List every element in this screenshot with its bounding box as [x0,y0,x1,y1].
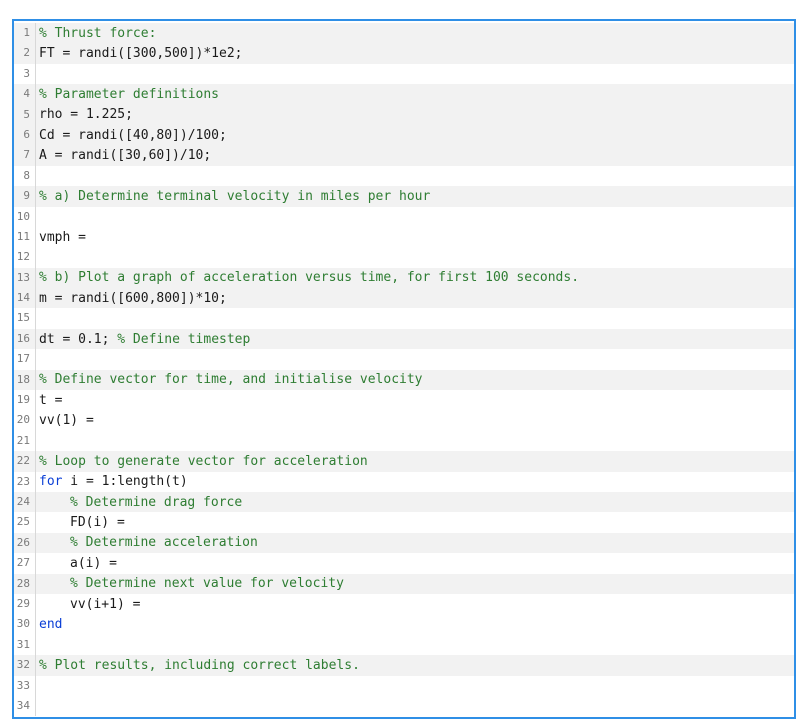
code-text: t = [39,392,63,408]
code-line[interactable]: 19 t = [14,390,794,411]
line-number: 34 [14,695,36,717]
line-number: 18 [14,369,36,391]
line-number: 24 [14,491,36,513]
code-line[interactable]: 32% Plot results, including correct labe… [14,655,794,676]
line-number: 25 [14,512,36,533]
code-line[interactable]: 7A = randi([30,60])/10; [14,145,794,166]
inline-comment: % Define timestep [109,331,251,347]
line-number: 13 [14,267,36,289]
comment-text: % Determine acceleration [70,535,258,551]
code-line[interactable]: 4% Parameter definitions [14,84,794,105]
code-line[interactable]: 9% a) Determine terminal velocity in mil… [14,186,794,207]
code-line[interactable]: 24 % Determine drag force [14,491,794,513]
code-line[interactable]: 17 [14,349,794,370]
code-line[interactable]: 25 FD(i) = [14,512,794,533]
comment-text: % Define vector for time, and initialise… [39,372,423,388]
code-line[interactable]: 8 [14,165,794,187]
code-line[interactable]: 12 [14,247,794,268]
code-line[interactable]: 28 % Determine next value for velocity [14,573,794,594]
line-number: 6 [14,124,36,146]
code-line[interactable]: 6 Cd = randi([40,80])/100; [14,124,794,146]
line-number: 29 [14,593,36,615]
comment-text: % Plot results, including correct labels… [39,657,360,673]
line-number: 17 [14,349,36,370]
code-text: vv(1) = [39,413,94,429]
line-number: 19 [14,390,36,411]
comment-text: % b) Plot a graph of acceleration versus… [39,270,580,286]
code-text: dt = 0.1; [39,331,110,347]
code-line[interactable]: 31 [14,634,794,656]
code-line[interactable]: 20 vv(1) = [14,410,794,431]
line-number: 28 [14,573,36,594]
code-line[interactable]: 22% Loop to generate vector for accelera… [14,451,794,472]
code-line[interactable]: 3 [14,63,794,85]
code-line[interactable]: 26 % Determine acceleration [14,532,794,554]
code-line[interactable]: 13% b) Plot a graph of acceleration vers… [14,267,794,289]
code-text: a(i) = [70,555,117,571]
line-number: 7 [14,145,36,166]
line-number: 10 [14,206,36,227]
code-line[interactable]: 34 [14,695,794,717]
code-line[interactable]: 14 m = randi([600,800])*10; [14,288,794,309]
code-line[interactable]: 15 [14,308,794,329]
line-number: 4 [14,84,36,105]
line-number: 9 [14,186,36,207]
comment-text: % Loop to generate vector for accelerati… [39,453,368,469]
comment-text: % Determine next value for velocity [70,576,344,592]
code-line[interactable]: 2 FT = randi([300,500])*1e2; [14,43,794,64]
code-text: FT = randi([300,500])*1e2; [39,46,243,62]
code-text: A = randi([30,60])/10; [39,148,212,164]
line-number: 20 [14,410,36,431]
line-number: 16 [14,328,36,350]
code-line[interactable]: 27 a(i) = [14,553,794,574]
code-line[interactable]: 11 vmph = [14,226,794,248]
code-text: Cd = randi([40,80])/100; [39,127,227,143]
line-number: 26 [14,532,36,554]
line-number: 2 [14,43,36,64]
comment-text: % Determine drag force [70,494,243,510]
comment-text: % Thrust force: [39,25,157,41]
code-text: vv(i+1) = [70,596,141,612]
code-text: rho = 1.225; [39,107,133,123]
comment-text: % Parameter definitions [39,86,220,102]
line-number: 30 [14,614,36,635]
line-number: 21 [14,430,36,452]
line-number: 5 [14,104,36,125]
comment-text: % a) Determine terminal velocity in mile… [39,188,431,204]
code-area[interactable]: 1% Thrust force: 2 FT = randi([300,500])*1… [14,23,794,717]
code-line[interactable]: 33 [14,675,794,696]
line-number: 33 [14,675,36,696]
line-number: 12 [14,247,36,268]
line-number: 15 [14,308,36,329]
code-text: FD(i) = [70,515,125,531]
line-number: 3 [14,63,36,85]
line-number: 27 [14,553,36,574]
line-number: 23 [14,471,36,492]
code-line[interactable]: 5 rho = 1.225; [14,104,794,125]
keyword: for [39,474,63,490]
code-line[interactable]: 29 vv(i+1) = [14,593,794,615]
code-line[interactable]: 21 [14,430,794,452]
code-editor[interactable]: 1% Thrust force: 2 FT = randi([300,500])*1… [12,19,796,719]
line-number: 14 [14,288,36,309]
line-number: 1 [14,23,36,44]
line-number: 22 [14,451,36,472]
keyword: end [39,617,63,633]
code-line[interactable]: 1% Thrust force: [14,23,794,44]
code-line[interactable]: 18% Define vector for time, and initiali… [14,369,794,391]
code-line[interactable]: 23 for i = 1:length(t) [14,471,794,492]
line-number: 32 [14,655,36,676]
code-line[interactable]: 10 [14,206,794,227]
line-number: 8 [14,165,36,187]
line-number: 11 [14,226,36,248]
code-text: i = 1:length(t) [62,474,188,490]
line-number: 31 [14,634,36,656]
code-text: vmph = [39,229,86,245]
code-line[interactable]: 16 dt = 0.1; % Define timestep [14,328,794,350]
code-line[interactable]: 30 end [14,614,794,635]
code-text: m = randi([600,800])*10; [39,290,227,306]
